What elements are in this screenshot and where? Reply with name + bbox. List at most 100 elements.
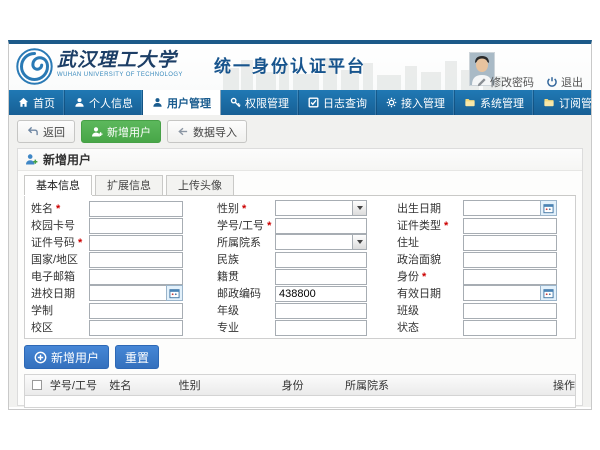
identity-label: 身份* [397, 268, 463, 284]
id-number-input[interactable] [89, 235, 183, 251]
calendar-icon[interactable] [540, 285, 557, 301]
name-label: 姓名* [31, 200, 89, 216]
nav-tab-log-query[interactable]: 日志查询 [299, 90, 377, 115]
native-place-input[interactable] [275, 269, 367, 285]
entry-date-label: 进校日期 [31, 285, 89, 301]
pencil-icon [476, 77, 487, 88]
nav-tab-label: 日志查询 [323, 95, 367, 111]
calendar-icon[interactable] [540, 200, 557, 216]
submit-add-user-button[interactable]: 新增用户 [24, 345, 109, 369]
table-header-1: 姓名 [107, 377, 176, 393]
checklist-icon [308, 97, 319, 108]
nav-tab-subscription-management[interactable]: 订阅管理 [534, 90, 600, 115]
table-header-row: 学号/工号姓名性别身份所属院系操作 [25, 375, 575, 396]
add-user-panel: 新增用户 基本信息扩展信息上传头像 姓名*性别*出生日期校园卡号学号/工号*证件… [17, 148, 583, 406]
email-input[interactable] [89, 269, 183, 285]
entry-date-input[interactable] [89, 285, 166, 301]
political-status-label: 政治面貌 [397, 251, 463, 267]
major-label: 专业 [217, 319, 275, 335]
form-tabs: 基本信息扩展信息上传头像 [24, 175, 576, 196]
key-icon [230, 97, 241, 108]
required-marker: * [56, 203, 60, 215]
education-length-input[interactable] [89, 303, 183, 319]
form-tab-basic-info[interactable]: 基本信息 [24, 175, 92, 195]
nav-tab-label: 接入管理 [401, 95, 445, 111]
gender-label: 性别* [217, 200, 275, 216]
add-user-toolbar-button[interactable]: 新增用户 [81, 120, 161, 143]
form-actions: 新增用户 重置 [24, 345, 576, 369]
class-label: 班级 [397, 302, 463, 318]
id-type-input[interactable] [463, 218, 557, 234]
change-password-link[interactable]: 修改密码 [476, 74, 534, 90]
name-input[interactable] [89, 201, 183, 217]
identity-input[interactable] [463, 269, 557, 285]
nav-tab-label: 个人信息 [89, 95, 133, 111]
nav-tab-system-management[interactable]: 系统管理 [455, 90, 534, 115]
campus-input[interactable] [89, 320, 183, 336]
panel-title: 新增用户 [43, 151, 91, 168]
class-input[interactable] [463, 303, 557, 319]
campus-card-no-input[interactable] [89, 218, 183, 234]
address-input[interactable] [463, 235, 557, 251]
nav-tab-label: 系统管理 [480, 95, 524, 111]
ethnicity-input[interactable] [275, 252, 367, 268]
table-empty-row [25, 396, 575, 407]
status-input[interactable] [463, 320, 557, 336]
form-tab-upload-avatar[interactable]: 上传头像 [166, 175, 234, 195]
table-header-2: 性别 [177, 377, 280, 393]
logout-link[interactable]: 退出 [546, 74, 583, 90]
nav-tab-access-management[interactable]: 接入管理 [377, 90, 455, 115]
required-marker: * [242, 203, 246, 215]
table-header-5: 操作 [551, 377, 575, 393]
department-input[interactable] [275, 234, 352, 250]
header-links: 修改密码 退出 [476, 74, 583, 90]
nav-tab-label: 订阅管理 [559, 95, 600, 111]
country-region-input[interactable] [89, 252, 183, 268]
nav-tab-user-management[interactable]: 用户管理 [143, 90, 221, 115]
campus-card-no-label: 校园卡号 [31, 217, 89, 233]
required-marker: * [444, 220, 448, 232]
app-window: 武汉理工大学 WUHAN UNIVERSITY OF TECHNOLOGY 统一… [8, 40, 592, 410]
add-user-title-icon [25, 153, 38, 166]
power-icon [546, 76, 558, 88]
grade-label: 年级 [217, 302, 275, 318]
nav-tab-label: 用户管理 [167, 95, 211, 111]
ethnicity-label: 民族 [217, 251, 275, 267]
nav-tab-home[interactable]: 首页 [9, 90, 65, 115]
add-user-icon [91, 126, 103, 138]
grade-input[interactable] [275, 303, 367, 319]
import-arrow-icon [177, 126, 189, 137]
university-name-cn: 武汉理工大学 [57, 50, 183, 72]
form-tab-extended-info[interactable]: 扩展信息 [95, 175, 163, 195]
table-header-4: 所属院系 [343, 377, 551, 393]
dropdown-arrow-icon[interactable] [352, 200, 367, 216]
select-all-checkbox[interactable] [32, 380, 42, 390]
calendar-icon[interactable] [166, 285, 183, 301]
main-nav: 首页个人信息用户管理权限管理日志查询接入管理系统管理订阅管理 [9, 90, 591, 115]
platform-title: 统一身份认证平台 [214, 52, 366, 77]
table-header-0: 学号/工号 [48, 377, 107, 393]
toolbar: 返回 新增用户 数据导入 [17, 120, 583, 143]
valid-date-input[interactable] [463, 285, 540, 301]
dropdown-arrow-icon[interactable] [352, 234, 367, 250]
postal-code-input[interactable] [275, 286, 367, 302]
birth-date-label: 出生日期 [397, 200, 463, 216]
gender-input[interactable] [275, 200, 352, 216]
table-header-3: 身份 [280, 377, 343, 393]
data-import-button[interactable]: 数据导入 [167, 120, 247, 143]
political-status-input[interactable] [463, 252, 557, 268]
major-input[interactable] [275, 320, 367, 336]
nav-tab-permission-management[interactable]: 权限管理 [221, 90, 299, 115]
id-type-label: 证件类型* [397, 217, 463, 233]
student-staff-id-input[interactable] [275, 218, 367, 234]
content-area: 返回 新增用户 数据导入 [9, 115, 591, 407]
email-label: 电子邮箱 [31, 268, 89, 284]
status-label: 状态 [397, 319, 463, 335]
reset-button[interactable]: 重置 [115, 345, 159, 369]
nav-tab-profile[interactable]: 个人信息 [65, 90, 143, 115]
birth-date-input[interactable] [463, 200, 540, 216]
app-header: 武汉理工大学 WUHAN UNIVERSITY OF TECHNOLOGY 统一… [9, 44, 591, 90]
back-button[interactable]: 返回 [17, 120, 75, 143]
university-logo [16, 48, 53, 85]
university-name-block: 武汉理工大学 WUHAN UNIVERSITY OF TECHNOLOGY [57, 50, 183, 78]
